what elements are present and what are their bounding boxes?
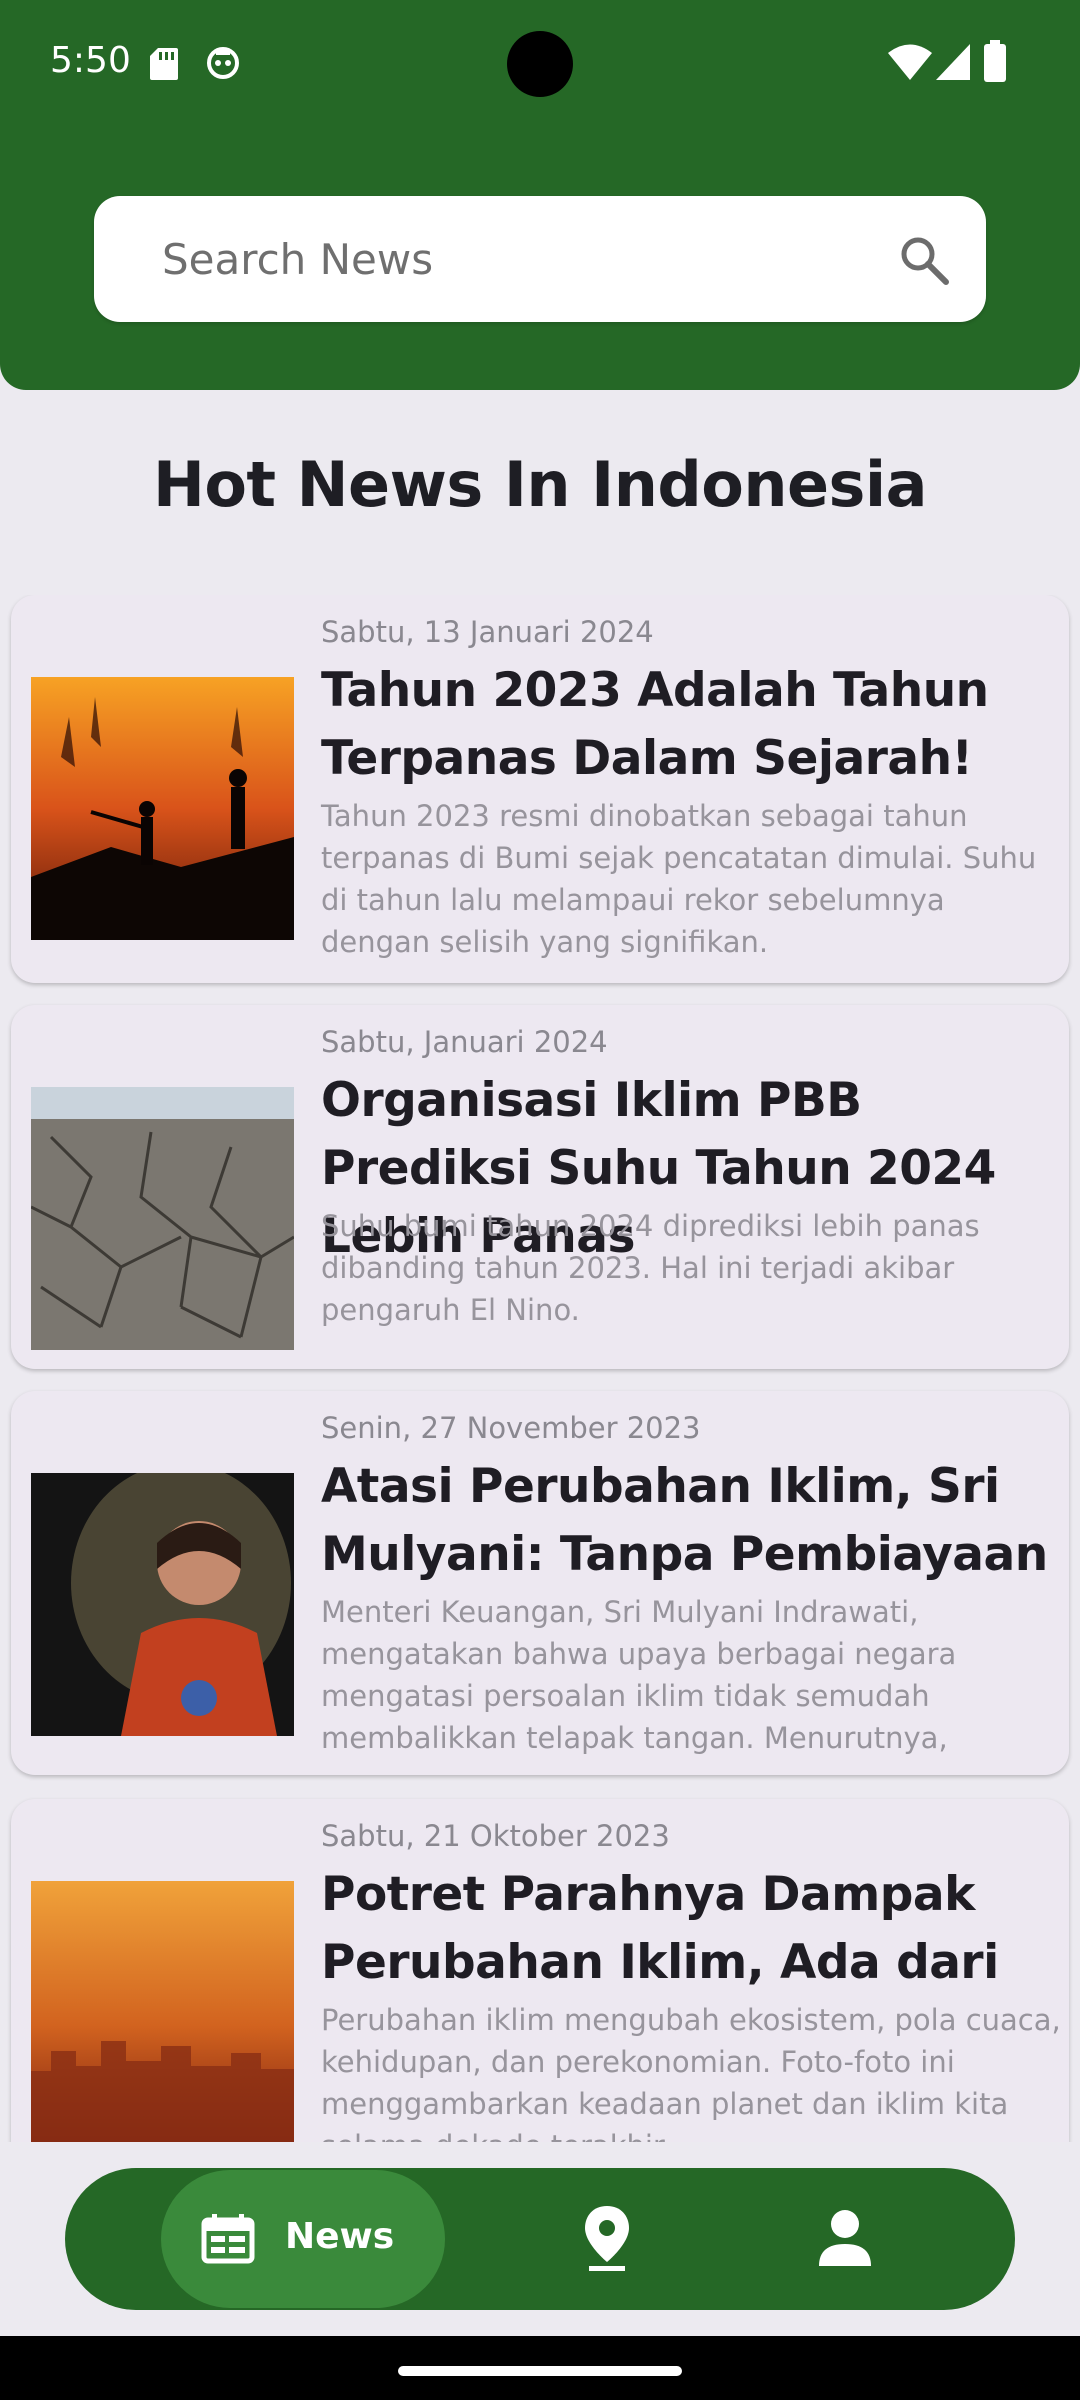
status-time: 5:50 (50, 40, 131, 81)
newspaper-icon (201, 2214, 255, 2264)
news-title: Tahun 2023 Adalah Tahun Terpanas Dalam S… (321, 663, 989, 786)
news-thumbnail-city-haze (31, 1881, 294, 2142)
news-date: Sabtu, 13 Januari 2024 (321, 615, 654, 649)
home-indicator[interactable] (398, 2366, 682, 2376)
bottom-navigation: News (65, 2168, 1015, 2310)
news-description: Menteri Keuangan, Sri Mulyani Indrawati,… (321, 1595, 957, 1755)
news-description: Suhu bumi tahun 2024 diprediksi lebih pa… (321, 1209, 980, 1327)
news-thumbnail-speaker (31, 1473, 294, 1736)
news-card[interactable]: Sabtu, Januari 2024 Organisasi Iklim PBB… (11, 1005, 1069, 1369)
nav-item-news[interactable]: News (161, 2170, 445, 2308)
sd-card-icon (150, 48, 178, 80)
battery-icon (984, 40, 1006, 82)
news-card[interactable]: Sabtu, 21 Oktober 2023 Potret Parahnya D… (11, 1799, 1069, 2142)
news-card[interactable]: Sabtu, 13 Januari 2024 Tahun 2023 Adalah… (11, 595, 1069, 983)
status-bar: 5:50 (0, 0, 1080, 130)
news-title: Potret Parahnya Dampak Perubahan Iklim, … (321, 1867, 999, 1990)
news-date: Senin, 27 November 2023 (321, 1411, 701, 1445)
news-description: Perubahan iklim mengubah ekosistem, pola… (321, 2003, 1061, 2142)
search-input[interactable] (160, 228, 864, 290)
page-title: Hot News In Indonesia (152, 448, 928, 521)
app-header: 5:50 (0, 0, 1080, 390)
news-description: Tahun 2023 resmi dinobatkan sebagai tahu… (321, 799, 1037, 959)
news-title: Atasi Perubahan Iklim, Sri Mulyani: Tanp… (321, 1459, 1048, 1582)
search-bar[interactable] (94, 196, 986, 322)
sync-icon (207, 47, 239, 79)
news-list[interactable]: Sabtu, 13 Januari 2024 Tahun 2023 Adalah… (0, 595, 1080, 2142)
signal-icon (936, 44, 970, 80)
camera-cutout (507, 31, 573, 97)
news-date: Sabtu, Januari 2024 (321, 1025, 608, 1059)
person-icon[interactable] (803, 2196, 887, 2280)
location-pin-icon[interactable] (565, 2196, 649, 2280)
wifi-icon (888, 44, 932, 80)
search-icon[interactable] (898, 234, 950, 286)
news-thumbnail-drought (31, 1087, 294, 1350)
news-card[interactable]: Senin, 27 November 2023 Atasi Perubahan … (11, 1391, 1069, 1775)
news-date: Sabtu, 21 Oktober 2023 (321, 1819, 670, 1853)
news-thumbnail-fire (31, 677, 294, 940)
nav-news-label: News (285, 2216, 395, 2257)
